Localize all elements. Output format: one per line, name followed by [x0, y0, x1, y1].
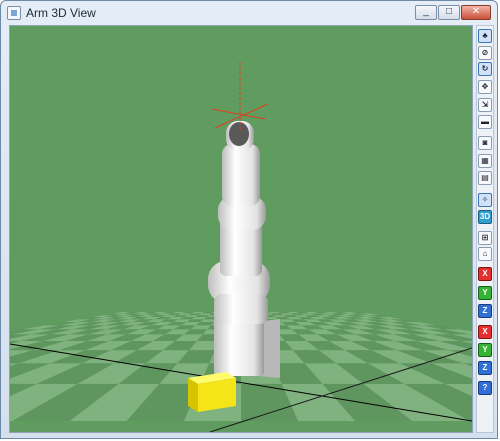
- no-entry-icon[interactable]: ⊘: [478, 46, 492, 60]
- arm-base: [214, 316, 264, 376]
- help-icon[interactable]: ?: [478, 381, 492, 395]
- rotate-x-negative-icon[interactable]: X: [478, 325, 492, 339]
- arm-flange: [229, 122, 249, 146]
- window-controls: _ □ ✕: [414, 5, 491, 20]
- window-title: Arm 3D View: [26, 6, 96, 20]
- ruler-icon[interactable]: ▬: [478, 115, 492, 129]
- film-strip-icon[interactable]: ▤: [478, 171, 492, 185]
- rotate-y-negative-icon[interactable]: Y: [478, 343, 492, 357]
- tool-frame-icon[interactable]: ✧: [478, 193, 492, 207]
- film-icon[interactable]: ▦: [478, 154, 492, 168]
- rotate-z-positive-icon[interactable]: Z: [478, 304, 492, 318]
- minimize-button[interactable]: _: [415, 5, 437, 20]
- arm-lower-link: [214, 294, 268, 324]
- maximize-button[interactable]: □: [438, 5, 460, 20]
- rotate-y-positive-icon[interactable]: Y: [478, 286, 492, 300]
- rotate-z-negative-icon[interactable]: Z: [478, 361, 492, 375]
- close-button[interactable]: ✕: [461, 5, 491, 20]
- camera-icon[interactable]: ◙: [478, 136, 492, 150]
- pan-view-icon[interactable]: ✥: [478, 80, 492, 94]
- rotate-x-positive-icon[interactable]: X: [478, 267, 492, 281]
- view-toolbar: ♣ ⊘ ↻ ✥ ⇲ ▬ ◙ ▦ ▤ ✧ 3D ⊞ ⌂ X Y Z X Y Z?: [476, 25, 494, 433]
- arm-3d-view-window: Arm 3D View _ □ ✕ ♣ ⊘ ↻ ✥ ⇲ ▬ ◙ ▦ ▤ ✧ 3D…: [0, 0, 498, 439]
- window-app-icon: [7, 6, 21, 20]
- grid-robot-icon[interactable]: ⊞: [478, 231, 492, 245]
- title-bar[interactable]: Arm 3D View _ □ ✕: [1, 1, 497, 25]
- yellow-cube[interactable]: [188, 372, 236, 412]
- home-icon[interactable]: ⌂: [478, 247, 492, 261]
- 3d-view-icon[interactable]: 3D: [478, 210, 492, 224]
- arm-upper-link: [222, 144, 260, 206]
- move-object-icon[interactable]: ⇲: [478, 98, 492, 112]
- rotate-view-icon[interactable]: ↻: [478, 62, 492, 76]
- view-robot-icon[interactable]: ♣: [478, 29, 492, 43]
- 3d-viewport[interactable]: [9, 25, 473, 433]
